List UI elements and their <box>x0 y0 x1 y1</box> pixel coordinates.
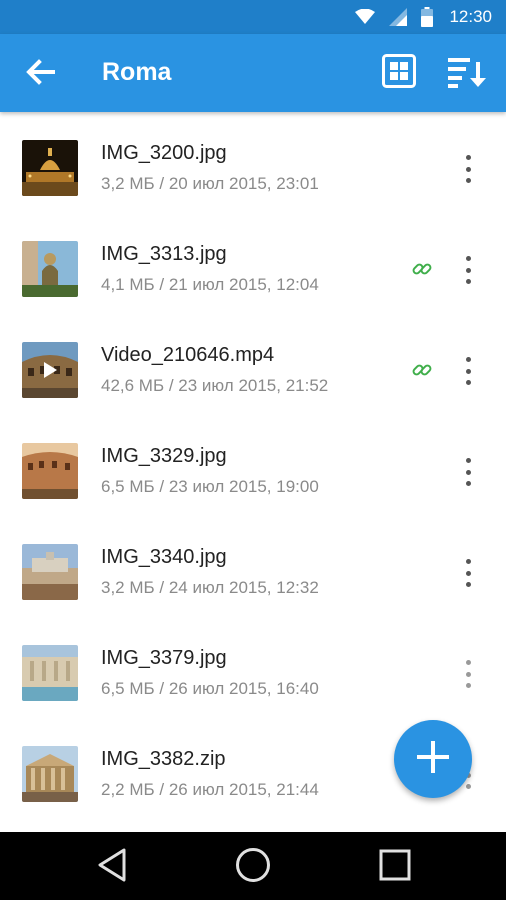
plus-icon <box>417 740 449 778</box>
status-bar: 12:30 <box>0 0 506 34</box>
signal-icon <box>389 8 408 26</box>
more-options-button[interactable] <box>458 253 478 287</box>
thumbnail <box>22 443 78 499</box>
file-name: Video_210646.mp4 <box>101 344 275 366</box>
more-options-button[interactable] <box>458 556 478 590</box>
file-meta: 6,5 МБ / 26 июл 2015, 16:40 <box>101 679 319 698</box>
more-vert-icon <box>465 256 471 261</box>
more-vert-icon <box>465 357 471 362</box>
file-meta: 6,5 МБ / 23 июл 2015, 19:00 <box>101 477 319 496</box>
list-item[interactable]: IMG_3329.jpg 6,5 МБ / 23 июл 2015, 19:00 <box>0 415 506 516</box>
grid-view-icon <box>382 53 416 93</box>
file-name: IMG_3382.zip <box>101 748 226 770</box>
file-name: IMG_3313.jpg <box>101 243 227 265</box>
add-button[interactable] <box>394 720 472 798</box>
file-name: IMG_3340.jpg <box>101 546 227 568</box>
more-options-button[interactable] <box>458 152 478 186</box>
back-triangle-icon <box>97 848 127 887</box>
grid-view-button[interactable] <box>380 53 418 93</box>
home-circle-icon <box>235 847 271 888</box>
file-name: IMG_3200.jpg <box>101 142 227 164</box>
recents-square-icon <box>379 849 411 886</box>
file-name: IMG_3379.jpg <box>101 647 227 669</box>
wifi-icon <box>355 9 376 25</box>
file-meta: 42,6 МБ / 23 июл 2015, 21:52 <box>101 376 329 395</box>
sort-icon <box>448 56 486 93</box>
link-icon <box>412 360 432 380</box>
battery-icon <box>421 7 434 27</box>
file-name: IMG_3329.jpg <box>101 445 227 467</box>
thumbnail <box>22 241 78 297</box>
file-meta: 3,2 МБ / 24 июл 2015, 12:32 <box>101 578 319 597</box>
more-options-button[interactable] <box>458 354 478 388</box>
thumbnail <box>22 342 78 398</box>
nav-home-button[interactable] <box>233 847 273 888</box>
list-item[interactable]: IMG_3379.jpg 6,5 МБ / 26 июл 2015, 16:40 <box>0 617 506 718</box>
page-title: Roma <box>102 58 172 86</box>
file-meta: 4,1 МБ / 21 июл 2015, 12:04 <box>101 275 319 294</box>
nav-back-button[interactable] <box>92 848 132 887</box>
thumbnail <box>22 140 78 196</box>
list-item[interactable]: IMG_3200.jpg 3,2 МБ / 20 июл 2015, 23:01 <box>0 112 506 213</box>
more-vert-icon <box>465 458 471 463</box>
play-icon <box>22 342 78 398</box>
file-meta: 2,2 МБ / 26 июл 2015, 21:44 <box>101 780 319 799</box>
thumbnail <box>22 544 78 600</box>
nav-recents-button[interactable] <box>375 849 415 885</box>
list-item[interactable]: IMG_3313.jpg 4,1 МБ / 21 июл 2015, 12:04 <box>0 213 506 314</box>
list-item[interactable]: IMG_3340.jpg 3,2 МБ / 24 июл 2015, 12:32 <box>0 516 506 617</box>
file-meta: 3,2 МБ / 20 июл 2015, 23:01 <box>101 174 319 193</box>
thumbnail <box>22 645 78 701</box>
back-button[interactable] <box>20 54 60 94</box>
app-bar: Roma <box>0 34 506 112</box>
sort-button[interactable] <box>446 54 488 94</box>
link-icon <box>412 259 432 279</box>
file-list: IMG_3200.jpg 3,2 МБ / 20 июл 2015, 23:01… <box>0 112 506 819</box>
more-vert-icon <box>465 155 471 160</box>
list-item[interactable]: Video_210646.mp4 42,6 МБ / 23 июл 2015, … <box>0 314 506 415</box>
clock: 12:30 <box>449 7 492 26</box>
more-vert-icon <box>465 559 471 564</box>
more-options-button[interactable] <box>458 455 478 489</box>
navigation-bar <box>0 832 506 900</box>
more-vert-icon <box>465 660 471 665</box>
arrow-back-icon <box>25 58 55 90</box>
more-options-button[interactable] <box>458 657 478 691</box>
thumbnail <box>22 746 78 802</box>
